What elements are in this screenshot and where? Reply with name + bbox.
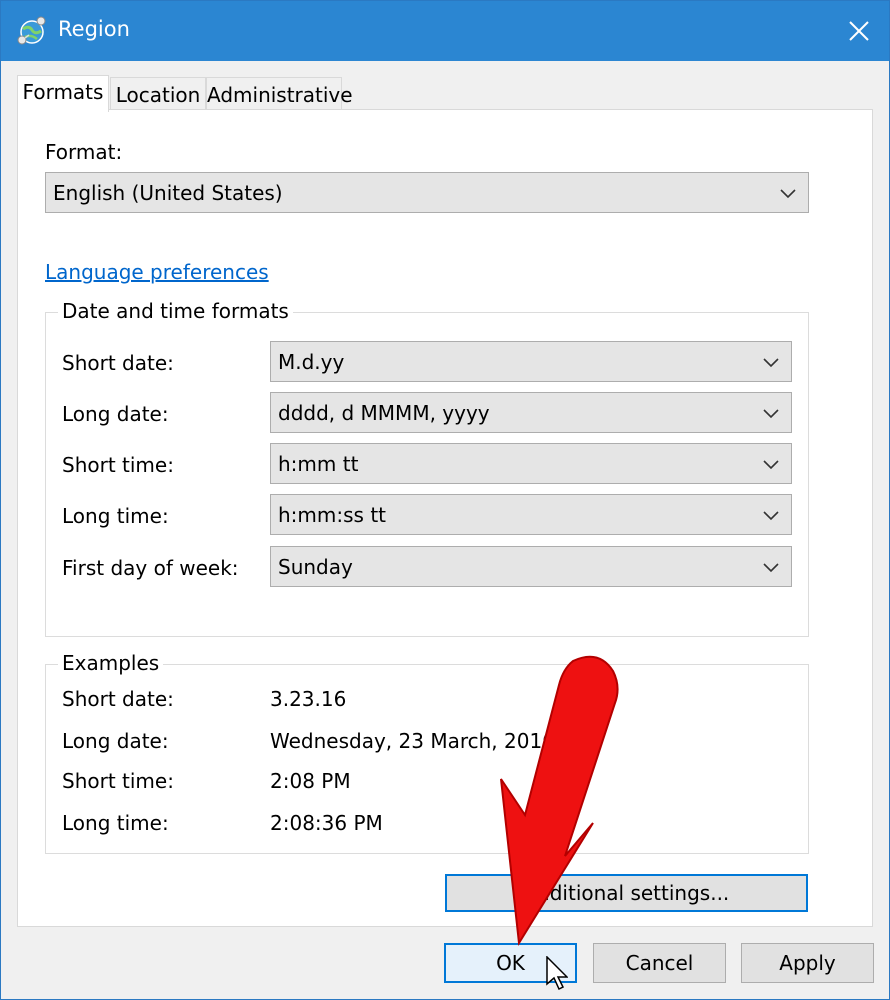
chevron-down-icon (780, 189, 796, 199)
long-date-select[interactable]: dddd, d MMMM, yyyy (270, 392, 792, 433)
example-long-date-label: Long date: (62, 729, 169, 753)
tab-administrative-label: Administrative (207, 83, 353, 107)
example-long-time-value: 2:08:36 PM (270, 811, 383, 835)
long-date-label: Long date: (62, 402, 169, 426)
close-icon (849, 21, 869, 41)
short-time-select[interactable]: h:mm tt (270, 443, 792, 484)
close-button[interactable] (829, 1, 889, 61)
tab-location-label: Location (115, 83, 201, 107)
short-date-select[interactable]: M.d.yy (270, 341, 792, 382)
tab-administrative[interactable]: Administrative (206, 77, 353, 111)
examples-group: Examples Short date: 3.23.16 Long date: … (45, 651, 809, 854)
apply-button-label: Apply (779, 951, 836, 975)
tab-formats[interactable]: Formats (17, 75, 109, 112)
first-day-of-week-select[interactable]: Sunday (270, 546, 792, 587)
format-select-value: English (United States) (53, 181, 283, 205)
region-dialog: Region Formats Location Administrative F… (0, 0, 890, 1000)
mouse-cursor-icon (546, 956, 568, 991)
format-select[interactable]: English (United States) (45, 172, 809, 213)
chevron-down-icon (763, 460, 779, 470)
short-time-value: h:mm tt (278, 452, 359, 476)
short-date-label: Short date: (62, 351, 174, 375)
globe-network-icon (17, 15, 47, 47)
chevron-down-icon (763, 358, 779, 368)
first-day-of-week-label: First day of week: (62, 556, 239, 580)
example-short-date-value: 3.23.16 (270, 687, 347, 711)
language-preferences-link[interactable]: Language preferences (45, 260, 269, 284)
tab-location[interactable]: Location (110, 77, 206, 111)
example-short-time-label: Short time: (62, 769, 174, 793)
apply-button[interactable]: Apply (741, 943, 874, 983)
first-day-of-week-value: Sunday (278, 555, 353, 579)
tab-formats-label: Formats (22, 80, 104, 104)
chevron-down-icon (763, 409, 779, 419)
long-time-value: h:mm:ss tt (278, 503, 386, 527)
long-time-label: Long time: (62, 504, 169, 528)
title-bar: Region (1, 1, 889, 61)
short-time-label: Short time: (62, 453, 174, 477)
example-short-date-label: Short date: (62, 687, 174, 711)
red-arrow-annotation (500, 655, 619, 947)
example-long-time-label: Long time: (62, 811, 169, 835)
examples-legend: Examples (58, 651, 164, 675)
date-time-formats-legend: Date and time formats (58, 299, 293, 323)
long-date-value: dddd, d MMMM, yyyy (278, 401, 490, 425)
short-date-value: M.d.yy (278, 350, 345, 374)
formats-panel: Format: English (United States) Language… (17, 109, 873, 927)
long-time-select[interactable]: h:mm:ss tt (270, 494, 792, 535)
chevron-down-icon (763, 563, 779, 573)
example-short-time-value: 2:08 PM (270, 769, 351, 793)
date-time-formats-group: Date and time formats Short date: M.d.yy… (45, 299, 809, 637)
format-label: Format: (45, 140, 123, 164)
window-title: Region (58, 17, 130, 41)
chevron-down-icon (763, 511, 779, 521)
